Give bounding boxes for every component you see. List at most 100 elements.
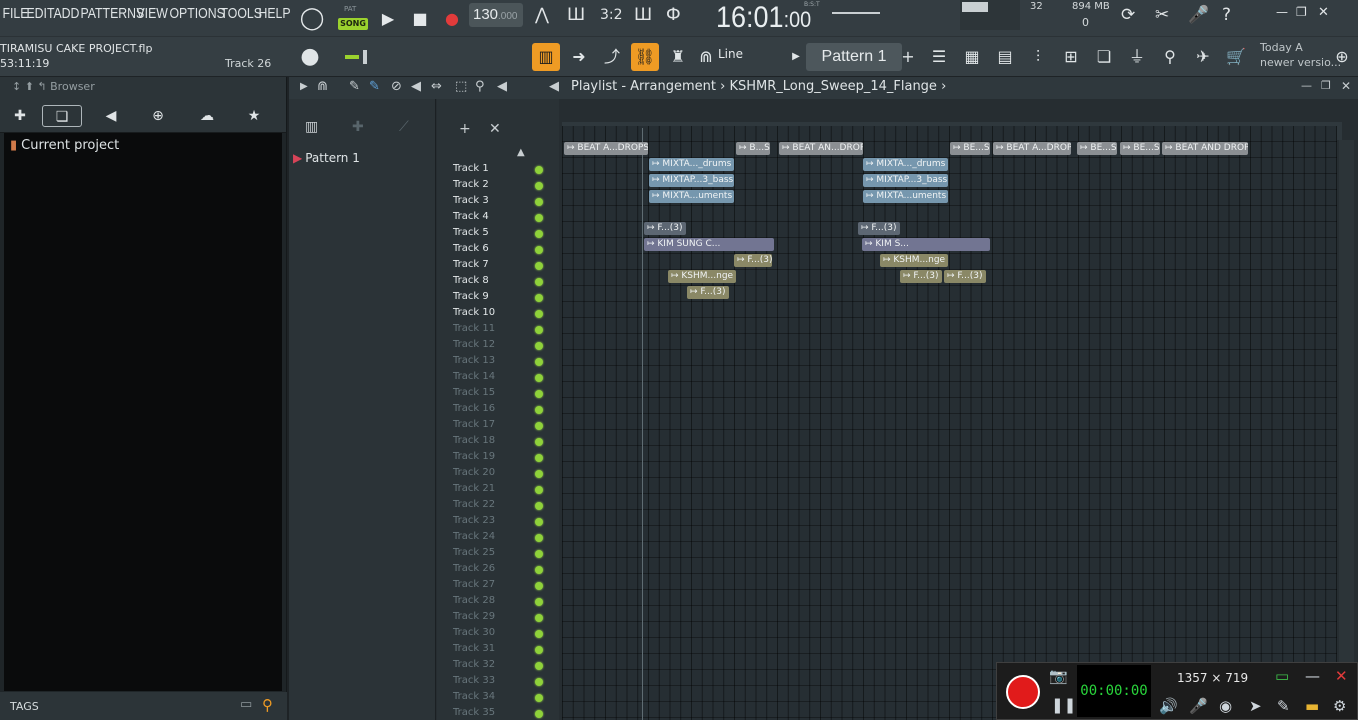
globe-icon[interactable]: ⊕: [1328, 43, 1356, 71]
track-mute-led[interactable]: [535, 566, 543, 574]
track-mute-led[interactable]: [535, 534, 543, 542]
loop-record-icon[interactable]: Ф: [666, 5, 681, 25]
browser-header[interactable]: ↕ ⬆ ↰ Browser: [0, 77, 286, 99]
menu-patterns[interactable]: PATTERNS: [78, 5, 144, 22]
cut-icon[interactable]: ✂: [1155, 5, 1169, 25]
stop-icon[interactable]: ■: [404, 9, 436, 28]
cloud-tab-icon[interactable]: ☁: [187, 105, 227, 127]
menu-edit[interactable]: EDIT: [24, 5, 54, 22]
track-header[interactable]: Track 10: [437, 306, 559, 322]
track-header[interactable]: Track 2: [437, 178, 559, 194]
pattern-prev-icon[interactable]: ▶: [788, 43, 804, 71]
master-volume-knob-icon[interactable]: ◯: [296, 6, 328, 31]
plugin-icon[interactable]: ⏚: [1123, 43, 1151, 71]
menu-add[interactable]: ADD: [51, 5, 79, 22]
playlist-clip[interactable]: ↦ MIXTAP...3_bass: [649, 174, 734, 187]
playlist-clip[interactable]: ↦ BEAT AN...DROPS: [779, 142, 863, 155]
help-icon[interactable]: ?: [1222, 5, 1231, 25]
window-mode-icon[interactable]: ▭: [1275, 667, 1289, 685]
draw-tool-icon[interactable]: ✎: [349, 79, 360, 94]
tempo-display[interactable]: 130.000: [469, 3, 523, 27]
playlist-snap-icon[interactable]: ⋒: [317, 79, 328, 94]
track-mute-led[interactable]: [535, 214, 543, 222]
current-project-tab-icon[interactable]: ❏: [42, 105, 82, 127]
track-mute-led[interactable]: [535, 630, 543, 638]
playlist-clip[interactable]: ↦ KSHM...nge: [668, 270, 736, 283]
track-mute-led[interactable]: [535, 710, 543, 718]
speaker-icon[interactable]: ◀: [549, 79, 559, 94]
favorites-tab-icon[interactable]: ★: [234, 105, 274, 127]
track-header[interactable]: Track 4: [437, 210, 559, 226]
track-header[interactable]: Track 11: [437, 322, 559, 338]
current-project-node[interactable]: ▮ Current project: [10, 138, 119, 153]
track-header[interactable]: Track 27: [437, 578, 559, 594]
playlist-clip[interactable]: ↦ KIM SUNG C...: [644, 238, 774, 251]
track-header[interactable]: Track 13: [437, 354, 559, 370]
track-header[interactable]: Track 21: [437, 482, 559, 498]
track-mute-led[interactable]: [535, 422, 543, 430]
zoom-tool-icon[interactable]: ⚲: [475, 79, 485, 94]
master-pitch-slider[interactable]: [832, 12, 880, 14]
vertical-scrollbar[interactable]: [1339, 140, 1354, 720]
plugin-database-tab-icon[interactable]: ◀: [91, 105, 131, 127]
playlist-clip[interactable]: ↦ KIM S...: [862, 238, 990, 251]
playlist-clip[interactable]: ↦ BE...S: [1120, 142, 1160, 155]
magnet-icon[interactable]: ⋒: [696, 43, 716, 71]
selected-clip-name[interactable]: KSHMR_Long_Sweep_14_Flange: [729, 79, 936, 94]
track-mute-led[interactable]: [535, 198, 543, 206]
track-mute-led[interactable]: [535, 470, 543, 478]
track-mute-led[interactable]: [535, 358, 543, 366]
routing-icon[interactable]: ⊞: [1057, 43, 1085, 71]
track-header[interactable]: Track 26: [437, 562, 559, 578]
track-header[interactable]: Track 3: [437, 194, 559, 210]
playlist-maximize-icon[interactable]: ❐: [1321, 79, 1331, 92]
track-header[interactable]: Track 16: [437, 402, 559, 418]
playback-tool-icon[interactable]: ◀: [497, 79, 507, 94]
record-icon[interactable]: ●: [436, 9, 468, 28]
track-mute-led[interactable]: [535, 294, 543, 302]
playlist-icon[interactable]: ☰: [925, 43, 953, 71]
playlist-clip[interactable]: ↦ F...(3): [734, 254, 772, 267]
track-mute-led[interactable]: [535, 598, 543, 606]
mixer-icon[interactable]: ⫶: [1024, 43, 1052, 71]
playlist-clip[interactable]: ↦ F...(3): [858, 222, 900, 235]
track-header[interactable]: Track 15: [437, 386, 559, 402]
track-mute-led[interactable]: [535, 550, 543, 558]
track-mute-led[interactable]: [535, 310, 543, 318]
browser-toggle-icon[interactable]: ❏: [1090, 43, 1118, 71]
menu-options[interactable]: OPTIONS: [167, 5, 224, 22]
settings-icon[interactable]: ⚙: [1333, 697, 1346, 715]
touch-controller-icon[interactable]: ⚲: [1156, 43, 1184, 71]
scroll-up-icon[interactable]: ▲: [517, 147, 525, 158]
microphone-icon[interactable]: 🎤: [1189, 697, 1208, 715]
minimize-window-icon[interactable]: —: [1276, 5, 1288, 19]
track-header[interactable]: Track 20: [437, 466, 559, 482]
playlist-close-icon[interactable]: ✕: [1341, 79, 1351, 93]
maximize-window-icon[interactable]: ❐: [1296, 5, 1307, 19]
stamp-icon[interactable]: ♜: [664, 43, 692, 71]
menu-tools[interactable]: TOOLS: [218, 5, 261, 22]
mute-tool-icon[interactable]: ◀: [411, 79, 421, 94]
track-mute-led[interactable]: [535, 582, 543, 590]
track-mute-led[interactable]: [535, 502, 543, 510]
playlist-clip[interactable]: ↦ BE...S: [1077, 142, 1117, 155]
playlist-clip[interactable]: ↦ F...(3): [944, 270, 986, 283]
track-mute-led[interactable]: [535, 694, 543, 702]
blend-notes-icon[interactable]: Ш: [634, 5, 652, 25]
add-pattern-icon[interactable]: +: [898, 43, 918, 71]
piano-roll-icon[interactable]: ▤: [991, 43, 1019, 71]
picker-audio-icon[interactable]: ✚: [352, 119, 364, 135]
track-mute-led[interactable]: [535, 614, 543, 622]
track-header[interactable]: Track 18: [437, 434, 559, 450]
pen-icon[interactable]: ✎: [1277, 697, 1290, 715]
playlist-clip[interactable]: ↦ BEAT A...DROPS: [993, 142, 1071, 155]
select-tool-icon[interactable]: ⬚: [455, 79, 467, 94]
folder-icon[interactable]: ▬: [1305, 697, 1319, 715]
track-mute-led[interactable]: [535, 518, 543, 526]
minimize-recorder-icon[interactable]: —: [1305, 667, 1320, 685]
playlist-clip[interactable]: ↦ MIXTA..._drums: [863, 158, 948, 171]
song-time-display[interactable]: 16:01:00: [716, 1, 811, 35]
slide-tool-icon[interactable]: ⤴: [598, 43, 626, 71]
track-header[interactable]: Track 14: [437, 370, 559, 386]
track-mute-led[interactable]: [535, 486, 543, 494]
